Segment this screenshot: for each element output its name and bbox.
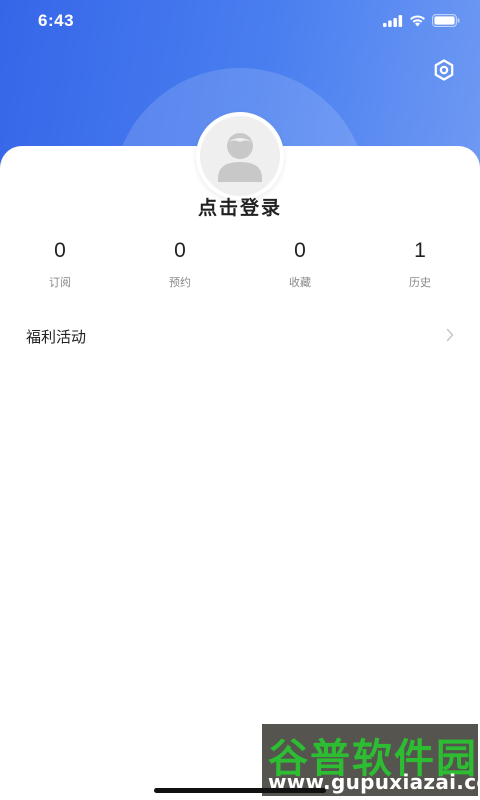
stat-value: 0 — [174, 239, 186, 262]
stat-label: 收藏 — [289, 277, 311, 289]
stat-label: 预约 — [169, 277, 191, 289]
home-indicator[interactable] — [154, 788, 326, 793]
stats-row: 0 订阅 0 预约 0 收藏 1 历史 — [0, 236, 480, 296]
stat-value: 0 — [294, 239, 306, 262]
avatar[interactable] — [196, 112, 284, 200]
status-icons — [383, 14, 460, 27]
battery-icon — [432, 14, 460, 27]
watermark-logo: 谷普软件园 www.gupuxiazai.com — [262, 724, 478, 796]
chevron-right-icon — [446, 328, 454, 342]
menu-item-label: 福利活动 — [26, 329, 87, 346]
status-time: 6:43 — [38, 11, 75, 30]
stat-subscriptions[interactable]: 0 订阅 — [20, 236, 100, 290]
stat-label: 历史 — [409, 277, 431, 289]
login-prompt[interactable]: 点击登录 — [0, 193, 480, 220]
settings-hexagon-icon — [434, 59, 454, 81]
default-user-avatar-icon — [218, 133, 262, 182]
status-bar: 6:43 — [0, 0, 480, 44]
stat-label: 订阅 — [49, 277, 71, 289]
wifi-icon — [410, 14, 425, 26]
stat-favorites[interactable]: 0 收藏 — [260, 236, 340, 290]
stat-reservations[interactable]: 0 预约 — [140, 236, 220, 290]
settings-button[interactable] — [430, 56, 458, 84]
cellular-signal-icon — [383, 14, 403, 27]
menu-item-welfare-activities[interactable]: 福利活动 — [0, 316, 480, 356]
stat-history[interactable]: 1 历史 — [380, 236, 460, 290]
stat-value: 1 — [414, 239, 426, 262]
stat-value: 0 — [54, 239, 66, 262]
